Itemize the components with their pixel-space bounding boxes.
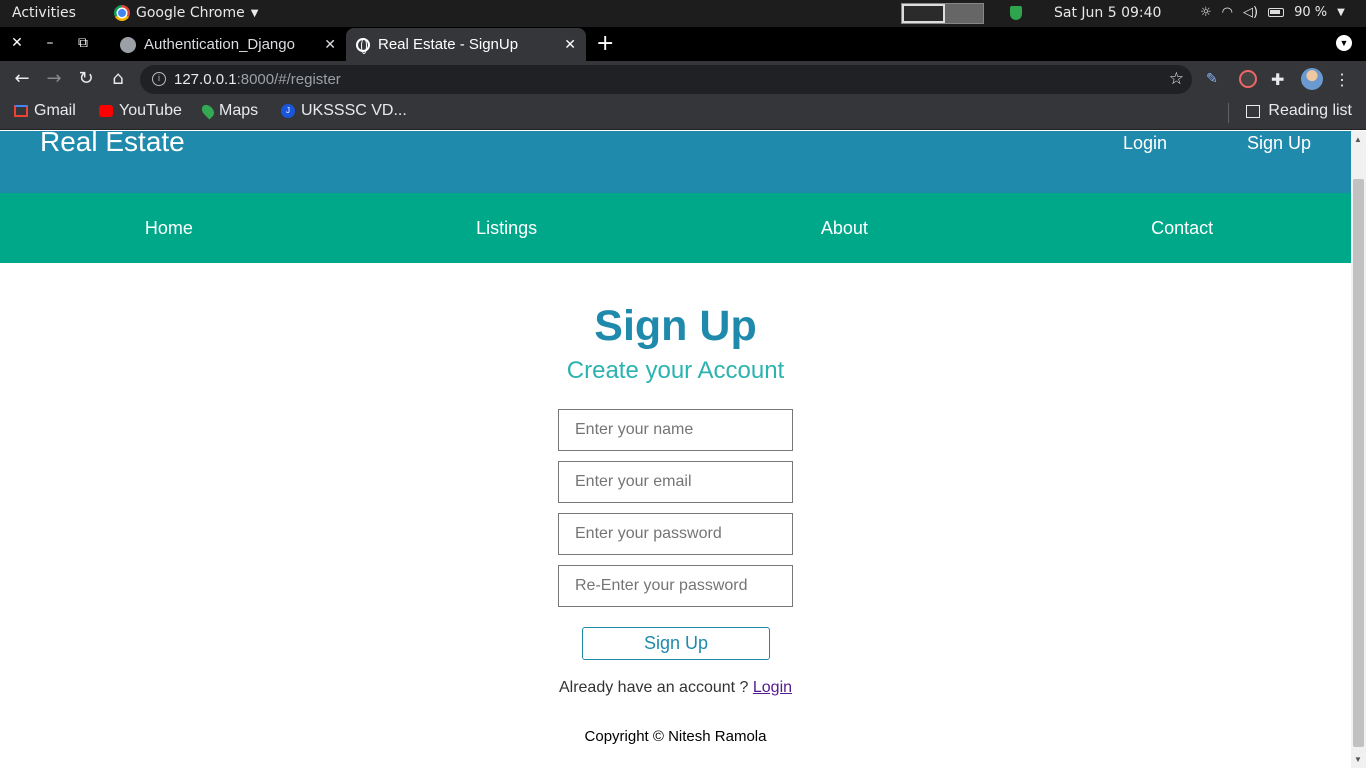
login-link[interactable]: Login (753, 679, 792, 696)
app-name: Google Chrome (136, 5, 245, 21)
app-menu[interactable]: Google Chrome ▼ (114, 5, 258, 21)
minimize-window-icon[interactable]: – (40, 33, 60, 53)
brightness-icon: ☼ (1200, 5, 1212, 20)
header-signup-link[interactable]: Sign Up (1247, 133, 1311, 154)
bookmark-label: UKSSSC VD... (301, 102, 407, 119)
globe-icon (356, 37, 370, 54)
close-window-icon[interactable]: ✕ (7, 33, 27, 53)
name-input[interactable] (558, 409, 793, 451)
clock[interactable]: Sat Jun 5 09:40 (1054, 5, 1161, 21)
github-icon (120, 36, 136, 53)
chrome-icon (114, 5, 130, 21)
tab-search-icon[interactable]: ▼ (1336, 35, 1352, 51)
nav-contact[interactable]: Contact (1013, 193, 1351, 263)
bookmark-gmail[interactable]: Gmail (14, 102, 76, 120)
site-nav: Home Listings About Contact (0, 193, 1351, 263)
email-input[interactable] (558, 461, 793, 503)
site-brand[interactable]: Real Estate (40, 131, 185, 158)
tab-title: Real Estate - SignUp (378, 36, 519, 53)
divider (1228, 103, 1229, 123)
bookmarks-bar: Gmail YouTube Maps J UKSSSC VD... Readin… (0, 97, 1366, 130)
caret-down-icon: ▼ (250, 7, 259, 19)
reading-list-icon (1246, 104, 1261, 118)
address-bar[interactable]: i 127.0.0.1:8000/#/register ☆ (140, 65, 1192, 94)
reading-list-label: Reading list (1268, 102, 1352, 119)
wifi-icon: ◠ (1221, 5, 1233, 20)
page-subtitle: Create your Account (566, 357, 785, 384)
os-top-bar: Activities Google Chrome ▼ Sat Jun 5 09:… (0, 0, 1366, 27)
scroll-up-icon[interactable]: ▲ (1354, 135, 1362, 144)
battery-percent: 90 % (1294, 5, 1328, 20)
page-viewport: Real Estate Login Sign Up Home Listings … (0, 131, 1351, 768)
scroll-down-icon[interactable]: ▼ (1354, 755, 1362, 764)
signup-form: Sign Up Create your Account (0, 301, 1351, 386)
page-scrollbar[interactable]: ▲ ▼ (1351, 131, 1366, 768)
bookmark-label: YouTube (119, 102, 182, 119)
tab-authentication-django[interactable]: Authentication_Django ✕ (110, 28, 346, 61)
extensions-puzzle-icon[interactable]: ✚ (1271, 70, 1289, 89)
page-title: Sign Up (594, 302, 757, 350)
maps-icon (199, 102, 217, 120)
bookmark-label: Gmail (34, 102, 76, 119)
signup-submit-button[interactable]: Sign Up (582, 627, 770, 660)
tab-strip: ✕ – ⧉ Authentication_Django ✕ Real Estat… (0, 27, 1366, 61)
workspace-switcher[interactable] (901, 3, 984, 24)
pen-extension-icon[interactable]: ✎ (1206, 70, 1224, 88)
bookmark-label: Maps (219, 102, 259, 119)
bookmark-youtube[interactable]: YouTube (99, 102, 182, 120)
profile-avatar[interactable] (1301, 68, 1323, 90)
new-tab-icon[interactable]: + (596, 31, 614, 56)
home-icon[interactable]: ⌂ (107, 68, 129, 90)
spy-extension-icon[interactable] (1239, 70, 1257, 88)
repassword-input[interactable] (558, 565, 793, 607)
tab-title: Authentication_Django (144, 36, 295, 53)
nav-listings[interactable]: Listings (338, 193, 676, 263)
system-tray[interactable]: ☼ ◠ ◁) 90 % ▼ (1200, 5, 1345, 20)
nav-about[interactable]: About (676, 193, 1014, 263)
kebab-menu-icon[interactable]: ⋮ (1334, 70, 1352, 89)
volume-icon: ◁) (1243, 5, 1259, 20)
password-input[interactable] (558, 513, 793, 555)
close-tab-icon[interactable]: ✕ (564, 37, 576, 53)
info-icon[interactable]: i (152, 72, 166, 86)
already-account-text: Already have an account ? Login (0, 679, 1351, 697)
bookmark-maps[interactable]: Maps (199, 102, 259, 120)
shield-icon[interactable] (1010, 6, 1022, 20)
bookmark-uksssc[interactable]: J UKSSSC VD... (281, 102, 407, 120)
scrollbar-thumb[interactable] (1353, 179, 1364, 747)
tab-real-estate-signup[interactable]: Real Estate - SignUp ✕ (346, 28, 586, 61)
reload-icon[interactable]: ↻ (75, 68, 97, 90)
header-login-link[interactable]: Login (1123, 133, 1167, 154)
nav-home[interactable]: Home (0, 193, 338, 263)
uksssc-icon: J (281, 104, 295, 118)
restore-window-icon[interactable]: ⧉ (73, 33, 93, 53)
copyright: Copyright © Nitesh Ramola (584, 728, 767, 745)
browser-toolbar: ← → ↻ ⌂ i 127.0.0.1:8000/#/register ☆ ✎ … (0, 61, 1366, 97)
signup-inputs (558, 409, 793, 617)
site-header: Real Estate Login Sign Up (0, 131, 1351, 193)
forward-icon[interactable]: → (43, 68, 65, 90)
close-tab-icon[interactable]: ✕ (324, 37, 336, 53)
caret-down-icon: ▼ (1337, 7, 1345, 18)
battery-icon (1268, 8, 1285, 17)
gmail-icon (14, 105, 28, 117)
activities-button[interactable]: Activities (12, 5, 76, 21)
youtube-icon (99, 105, 113, 117)
back-icon[interactable]: ← (11, 68, 33, 90)
url-text: 127.0.0.1:8000/#/register (174, 71, 341, 88)
reading-list-button[interactable]: Reading list (1246, 102, 1352, 120)
bookmark-star-icon[interactable]: ☆ (1169, 69, 1184, 89)
already-label: Already have an account ? (558, 679, 753, 696)
